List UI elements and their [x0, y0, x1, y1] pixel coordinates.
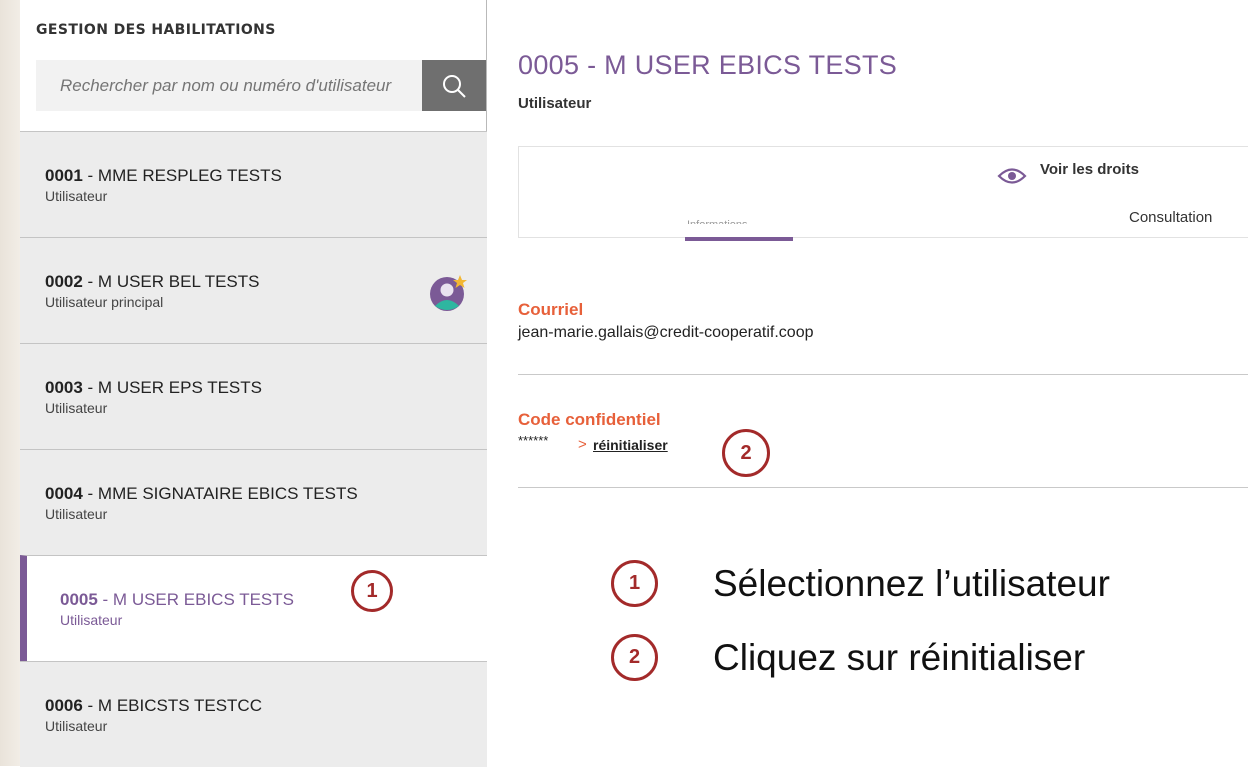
user-role: Utilisateur	[60, 612, 123, 628]
tab-consultation[interactable]: Consultation	[1129, 209, 1212, 226]
user-name: - M EBICSTS TESTCC	[82, 696, 262, 715]
user-number: 0004	[45, 484, 83, 503]
sidebar: GESTION DES HABILITATIONS 0001 - MME RES…	[20, 0, 487, 767]
sidebar-title: GESTION DES HABILITATIONS	[36, 22, 276, 38]
legend-step-1-badge: 1	[611, 560, 658, 607]
user-name: - MME SIGNATAIRE EBICS TESTS	[82, 484, 358, 503]
divider	[518, 374, 1248, 375]
user-name: - M USER EPS TESTS	[82, 378, 262, 397]
user-item-0002[interactable]: 0002 - M USER BEL TESTS Utilisateur prin…	[20, 237, 487, 343]
user-role: Utilisateur	[45, 506, 108, 522]
search-input[interactable]	[36, 60, 420, 111]
legend-step-2-text: Cliquez sur réinitialiser	[713, 637, 1086, 678]
user-number: 0002	[45, 272, 83, 291]
divider	[518, 487, 1248, 488]
background-strip	[0, 0, 20, 766]
user-item-0004[interactable]: 0004 - MME SIGNATAIRE EBICS TESTS Utilis…	[20, 449, 487, 555]
user-role: Utilisateur	[45, 188, 108, 204]
reinitialiser-link[interactable]: réinitialiser	[593, 437, 668, 453]
main-panel: 0005 - M USER EBICS TESTS Utilisateur In…	[487, 0, 1248, 766]
courriel-value: jean-marie.gallais@credit-cooperatif.coo…	[518, 324, 814, 341]
step-marker-2: 2	[722, 429, 770, 477]
search-button[interactable]	[422, 60, 486, 111]
user-number: 0001	[45, 166, 83, 185]
user-role: Utilisateur principal	[45, 294, 164, 310]
user-number: 0005	[60, 590, 98, 609]
user-name: - M USER EBICS TESTS	[97, 590, 294, 609]
user-item-0006[interactable]: 0006 - M EBICSTS TESTCC Utilisateur	[20, 661, 487, 767]
chevron-right-icon: >	[578, 436, 587, 453]
code-masked-value: ******	[518, 433, 549, 448]
user-list: 0001 - MME RESPLEG TESTS Utilisateur 000…	[20, 131, 487, 767]
tabs-bar: Informations Voir les droits Consultatio…	[518, 146, 1248, 241]
tab-informations[interactable]: Informations	[687, 219, 748, 224]
user-item-0001[interactable]: 0001 - MME RESPLEG TESTS Utilisateur	[20, 131, 487, 237]
principal-user-avatar-icon	[430, 275, 467, 311]
search-icon	[443, 74, 466, 98]
user-role: Utilisateur	[45, 718, 108, 734]
user-name: - M USER BEL TESTS	[82, 272, 260, 291]
legend-step-2-badge: 2	[611, 634, 658, 681]
courriel-label: Courriel	[518, 300, 584, 319]
voir-droits-link[interactable]: Voir les droits	[1040, 161, 1139, 178]
user-number: 0006	[45, 696, 83, 715]
search-box	[36, 60, 486, 111]
page-subtitle: Utilisateur	[518, 95, 592, 112]
page-title: 0005 - M USER EBICS TESTS	[518, 50, 898, 80]
user-item-0005-selected[interactable]: 0005 - M USER EBICS TESTS Utilisateur	[20, 555, 487, 661]
code-label: Code confidentiel	[518, 410, 661, 429]
user-item-0003[interactable]: 0003 - M USER EPS TESTS Utilisateur	[20, 343, 487, 449]
user-role: Utilisateur	[45, 400, 108, 416]
legend-step-1-text: Sélectionnez l’utilisateur	[713, 563, 1110, 604]
eye-icon	[997, 168, 1027, 184]
user-name: - MME RESPLEG TESTS	[82, 166, 282, 185]
step-marker-1: 1	[351, 570, 393, 612]
active-tab-indicator	[685, 237, 793, 241]
user-number: 0003	[45, 378, 83, 397]
